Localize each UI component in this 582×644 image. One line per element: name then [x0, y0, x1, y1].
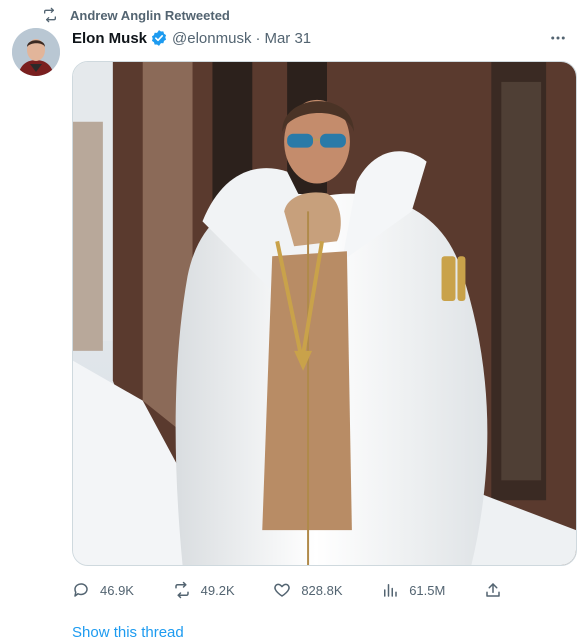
share-button[interactable] [484, 581, 502, 599]
tweet-actions: 46.9K 49.2K 828.8K 61.5M [72, 578, 502, 602]
author-name[interactable]: Elon Musk [72, 30, 147, 47]
tweet-media[interactable] [72, 61, 577, 566]
reply-icon [74, 583, 88, 597]
views-chart-icon [384, 584, 397, 597]
views-count: 61.5M [409, 582, 446, 598]
retweet-label: Andrew Anglin Retweeted [70, 7, 230, 23]
separator-dot: · [255, 29, 261, 47]
more-dots-icon [551, 36, 565, 40]
reply-count: 46.9K [100, 582, 134, 598]
like-count: 828.8K [301, 582, 343, 598]
tweet-header: Elon Musk @elonmusk · Mar 31 [72, 28, 311, 48]
avatar-image [12, 28, 60, 76]
reply-button[interactable]: 46.9K [72, 581, 134, 599]
retweet-icon [174, 581, 189, 599]
tweet-date[interactable]: Mar 31 [264, 30, 311, 47]
retweet-button[interactable]: 49.2K [173, 581, 235, 599]
like-button[interactable]: 828.8K [273, 581, 343, 599]
heart-icon [274, 583, 291, 597]
author-handle[interactable]: @elonmusk [172, 30, 251, 47]
views-button[interactable]: 61.5M [381, 581, 445, 599]
show-thread-link[interactable]: Show this thread [72, 624, 184, 641]
share-icon [486, 583, 500, 597]
more-options-button[interactable] [546, 26, 570, 50]
avatar[interactable] [12, 28, 60, 76]
photo-man-white-puffer-jacket [73, 62, 576, 565]
retweet-context[interactable]: Andrew Anglin Retweeted [42, 6, 230, 24]
retweet-count: 49.2K [200, 582, 235, 598]
retweet-icon [44, 7, 56, 23]
verified-badge-icon [151, 30, 167, 46]
